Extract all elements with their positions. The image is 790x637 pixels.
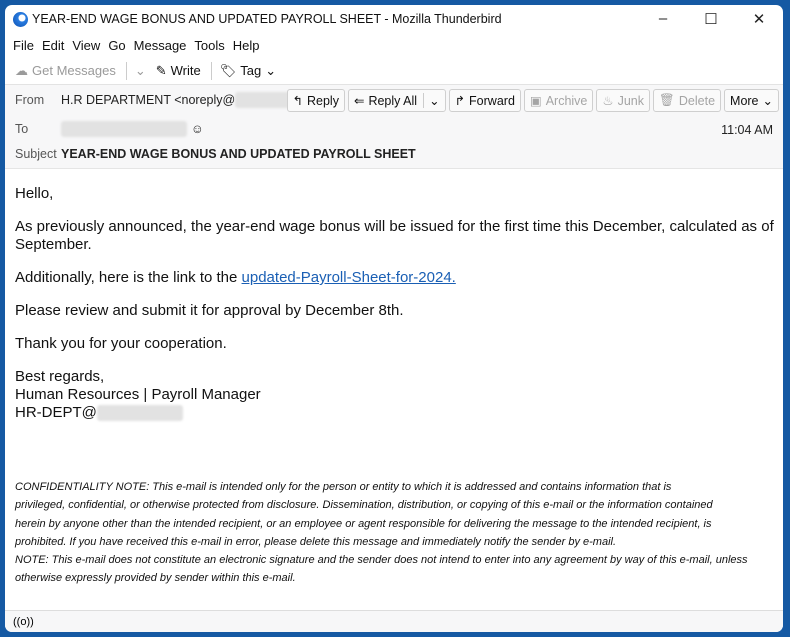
subject-label: Subject bbox=[15, 147, 57, 161]
message-time: 11:04 AM bbox=[721, 123, 773, 137]
link-prefix: Additionally, here is the link to the bbox=[15, 269, 242, 286]
signature-email-prefix: HR-DEPT@ bbox=[15, 404, 97, 421]
redacted-domain bbox=[96, 405, 183, 422]
from-row: From H.R DEPARTMENT <noreply@ > ☺ bbox=[15, 92, 327, 108]
thunderbird-window: YEAR-END WAGE BONUS AND UPDATED PAYROLL … bbox=[5, 5, 783, 632]
menu-view[interactable]: View bbox=[72, 38, 100, 53]
forward-icon: ↱ bbox=[454, 94, 466, 108]
minimize-button[interactable]: – bbox=[639, 10, 687, 28]
delete-label: Delete bbox=[678, 93, 716, 108]
menu-file[interactable]: File bbox=[13, 38, 34, 53]
menu-message[interactable]: Message bbox=[134, 38, 187, 53]
flame-icon: ♨ bbox=[602, 94, 614, 108]
chevron-down-icon: ⌄ bbox=[265, 62, 277, 78]
reply-label: Reply bbox=[306, 93, 339, 108]
tag-label: Tag bbox=[240, 63, 262, 78]
get-messages-button[interactable]: ☁ Get Messages bbox=[15, 63, 116, 79]
divider bbox=[210, 61, 212, 80]
body-paragraph: Additionally, here is the link to the up… bbox=[15, 269, 775, 287]
message-header: From H.R DEPARTMENT <noreply@ > ☺ ↰Reply… bbox=[5, 85, 783, 169]
disclaimer-line: herein by anyone other than the intended… bbox=[15, 517, 712, 530]
confidentiality-note: CONFIDENTIALITY NOTE: This e-mail is int… bbox=[15, 478, 775, 588]
reply-button[interactable]: ↰ Reply bbox=[286, 89, 345, 112]
menu-bar: File Edit View Go Message Tools Help bbox=[5, 33, 783, 57]
from-value[interactable]: H.R DEPARTMENT <noreply@ bbox=[61, 93, 235, 107]
get-messages-dropdown[interactable]: ⌄ bbox=[135, 63, 146, 79]
more-button[interactable]: More ⌄ bbox=[724, 89, 779, 112]
reply-icon: ↰ bbox=[292, 94, 303, 108]
body-paragraph: Please review and submit it for approval… bbox=[15, 302, 404, 319]
from-label: From bbox=[15, 93, 45, 107]
chevron-down-icon: ⌄ bbox=[762, 94, 773, 108]
subject-value: YEAR-END WAGE BONUS AND UPDATED PAYROLL … bbox=[61, 147, 416, 161]
trash-icon: 🗑 bbox=[659, 93, 675, 107]
menu-edit[interactable]: Edit bbox=[42, 38, 64, 53]
signature-email: HR-DEPT@ bbox=[15, 404, 775, 422]
archive-label: Archive bbox=[545, 93, 588, 108]
disclaimer-line: NOTE: This e-mail does not constitute an… bbox=[15, 554, 748, 567]
disclaimer-line: otherwise expressly provided by sender w… bbox=[15, 572, 296, 585]
contact-icon[interactable]: ☺ bbox=[191, 122, 204, 136]
get-messages-label: Get Messages bbox=[32, 63, 116, 78]
close-button[interactable]: ✕ bbox=[735, 10, 783, 28]
cloud-icon: ☁ bbox=[15, 62, 28, 78]
archive-icon: ▣ bbox=[529, 94, 542, 108]
reply-all-icon: ⇐ bbox=[353, 94, 365, 108]
write-label: Write bbox=[170, 63, 201, 78]
to-row: To ☺ bbox=[15, 121, 204, 137]
archive-button[interactable]: ▣ Archive bbox=[523, 89, 594, 112]
disclaimer-line: CONFIDENTIALITY NOTE: This e-mail is int… bbox=[15, 481, 672, 493]
write-button[interactable]: ✎ Write bbox=[156, 63, 201, 79]
more-label: More bbox=[730, 93, 759, 108]
disclaimer-line: privileged, confidential, or otherwise p… bbox=[15, 499, 713, 512]
signature-line: Best regards, bbox=[15, 368, 105, 385]
disclaimer-line: prohibited. If you have received this e-… bbox=[15, 535, 617, 548]
forward-label: Forward bbox=[469, 93, 515, 108]
signature-line: Human Resources | Payroll Manager bbox=[15, 386, 261, 403]
subject-row: Subject YEAR-END WAGE BONUS AND UPDATED … bbox=[15, 147, 416, 161]
junk-button[interactable]: ♨ Junk bbox=[596, 89, 651, 112]
body-paragraph: As previously announced, the year-end wa… bbox=[15, 218, 774, 253]
tag-button[interactable]: 🏷 Tag ⌄ bbox=[220, 63, 276, 79]
chevron-down-icon: ⌄ bbox=[134, 62, 146, 78]
reply-all-button[interactable]: ⇐ Reply All ⌄ bbox=[347, 89, 446, 112]
message-body: Hello, As previously announced, the year… bbox=[15, 185, 775, 422]
chevron-down-icon[interactable]: ⌄ bbox=[423, 93, 440, 108]
main-toolbar: ☁ Get Messages ⌄ ✎ Write 🏷 Tag ⌄ bbox=[5, 57, 783, 85]
window-title: YEAR-END WAGE BONUS AND UPDATED PAYROLL … bbox=[32, 12, 502, 26]
online-status-icon[interactable]: ((o)) bbox=[13, 616, 34, 628]
to-label: To bbox=[15, 122, 29, 136]
delete-button[interactable]: 🗑 Delete bbox=[653, 89, 722, 112]
message-action-buttons: ↰ Reply ⇐ Reply All ⌄ ↱ Forward ▣ Archive ♨ Ju… bbox=[286, 89, 779, 112]
greeting: Hello, bbox=[15, 185, 54, 202]
title-bar: YEAR-END WAGE BONUS AND UPDATED PAYROLL … bbox=[5, 5, 783, 33]
status-bar: ((o)) bbox=[5, 610, 783, 632]
divider bbox=[125, 61, 127, 80]
maximize-button[interactable]: ☐ bbox=[687, 10, 735, 28]
menu-go[interactable]: Go bbox=[108, 38, 125, 53]
pencil-icon: ✎ bbox=[155, 62, 167, 78]
menu-help[interactable]: Help bbox=[233, 38, 260, 53]
redacted-recipient bbox=[61, 121, 187, 137]
reply-all-label: Reply All bbox=[368, 93, 418, 108]
payroll-sheet-link[interactable]: updated-Payroll-Sheet-for-2024. bbox=[242, 269, 456, 286]
menu-tools[interactable]: Tools bbox=[194, 38, 224, 53]
tag-icon: 🏷 bbox=[219, 62, 237, 78]
forward-button[interactable]: ↱ Forward bbox=[448, 89, 521, 112]
body-paragraph: Thank you for your cooperation. bbox=[15, 335, 227, 352]
junk-label: Junk bbox=[617, 93, 645, 108]
thunderbird-logo-icon bbox=[13, 11, 28, 27]
